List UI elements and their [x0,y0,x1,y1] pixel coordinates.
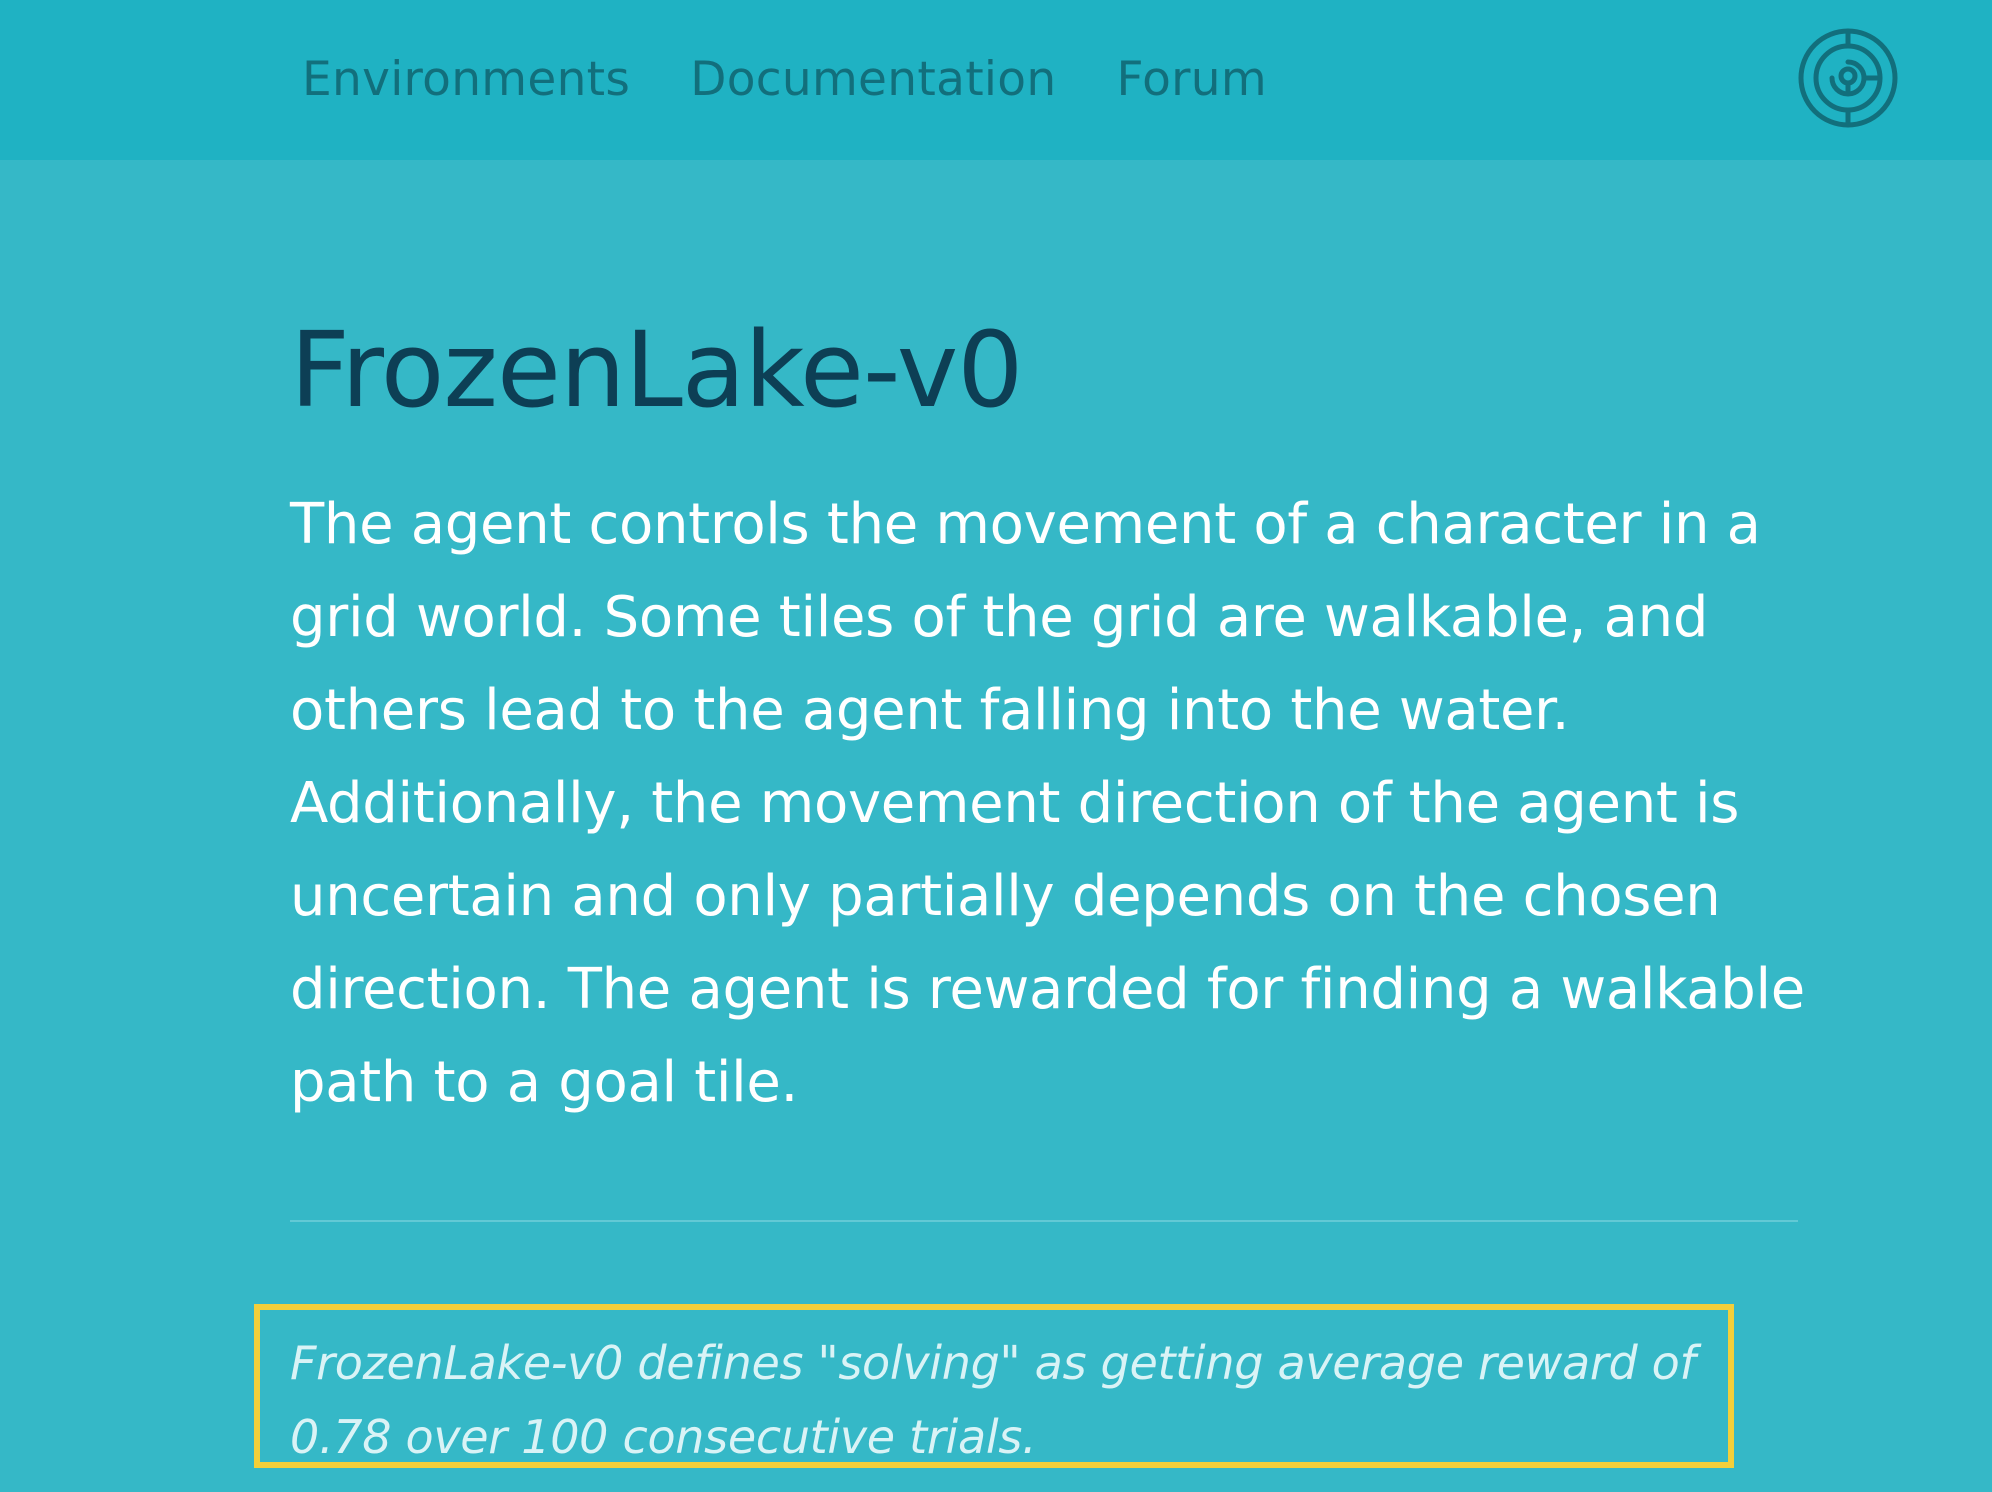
nav-link-environments[interactable]: Environments [302,52,630,108]
gym-logo-icon[interactable] [1796,26,1900,130]
environment-description: The agent controls the movement of a cha… [290,492,1805,1115]
section-divider [290,1220,1798,1222]
nav-link-documentation[interactable]: Documentation [690,52,1056,108]
main-nav: Environments Documentation Forum [302,52,1327,108]
top-nav-bar: Environments Documentation Forum [0,0,1992,160]
solving-criteria-note: FrozenLake-v0 defines "solving" as getti… [290,1336,1696,1464]
page-title: FrozenLake-v0 [290,309,1023,431]
nav-link-forum[interactable]: Forum [1116,52,1267,108]
